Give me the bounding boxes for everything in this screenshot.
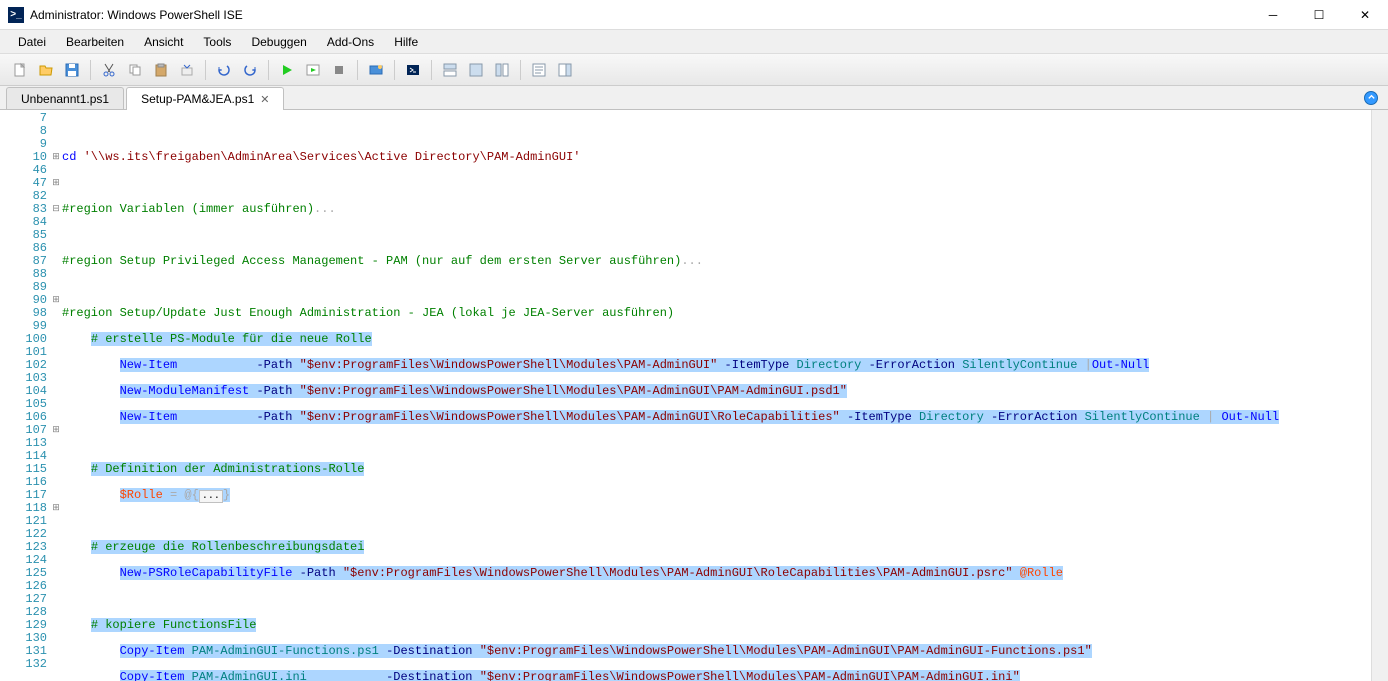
toolbar [0,54,1388,86]
line-numbers: 7891046478283848586878889909899100101102… [0,110,50,681]
redo-icon[interactable] [238,58,262,82]
menu-debug[interactable]: Debuggen [241,31,316,53]
window-title: Administrator: Windows PowerShell ISE [30,8,243,22]
code-area[interactable]: cd '\\ws.its\freigaben\AdminArea\Service… [62,110,1371,681]
show-commands-icon[interactable] [527,58,551,82]
menu-help[interactable]: Hilfe [384,31,428,53]
tab-label: Setup-PAM&JEA.ps1 [141,92,254,106]
open-icon[interactable] [34,58,58,82]
tab-unbenannt[interactable]: Unbenannt1.ps1 [6,87,124,109]
tab-setup-pam[interactable]: Setup-PAM&JEA.ps1 ✕ [126,87,284,110]
show-command-addon-icon[interactable] [553,58,577,82]
paste-icon[interactable] [149,58,173,82]
menu-view[interactable]: Ansicht [134,31,193,53]
powershell-icon[interactable] [401,58,425,82]
new-remote-icon[interactable] [364,58,388,82]
show-script-icon[interactable] [438,58,462,82]
show-console-icon[interactable] [490,58,514,82]
fold-column[interactable]: ⊞⊞⊟⊞⊞⊞ [50,110,62,681]
vertical-scrollbar[interactable] [1371,110,1388,681]
app-icon: >_ [8,7,24,23]
show-script-maximized-icon[interactable] [464,58,488,82]
copy-icon[interactable] [123,58,147,82]
window-controls: ─ ☐ ✕ [1250,0,1388,30]
run-icon[interactable] [275,58,299,82]
stop-icon[interactable] [327,58,351,82]
menubar: Datei Bearbeiten Ansicht Tools Debuggen … [0,30,1388,54]
run-selection-icon[interactable] [301,58,325,82]
collapse-script-icon[interactable] [1364,91,1378,105]
clear-icon[interactable] [175,58,199,82]
editor[interactable]: 7891046478283848586878889909899100101102… [0,110,1388,681]
titlebar: >_ Administrator: Windows PowerShell ISE… [0,0,1388,30]
close-button[interactable]: ✕ [1342,0,1388,30]
tab-label: Unbenannt1.ps1 [21,92,109,106]
menu-addons[interactable]: Add-Ons [317,31,384,53]
menu-edit[interactable]: Bearbeiten [56,31,134,53]
maximize-button[interactable]: ☐ [1296,0,1342,30]
save-icon[interactable] [60,58,84,82]
menu-file[interactable]: Datei [8,31,56,53]
undo-icon[interactable] [212,58,236,82]
tab-close-icon[interactable]: ✕ [260,93,269,106]
menu-tools[interactable]: Tools [193,31,241,53]
cut-icon[interactable] [97,58,121,82]
new-icon[interactable] [8,58,32,82]
minimize-button[interactable]: ─ [1250,0,1296,30]
tabstrip: Unbenannt1.ps1 Setup-PAM&JEA.ps1 ✕ [0,86,1388,110]
